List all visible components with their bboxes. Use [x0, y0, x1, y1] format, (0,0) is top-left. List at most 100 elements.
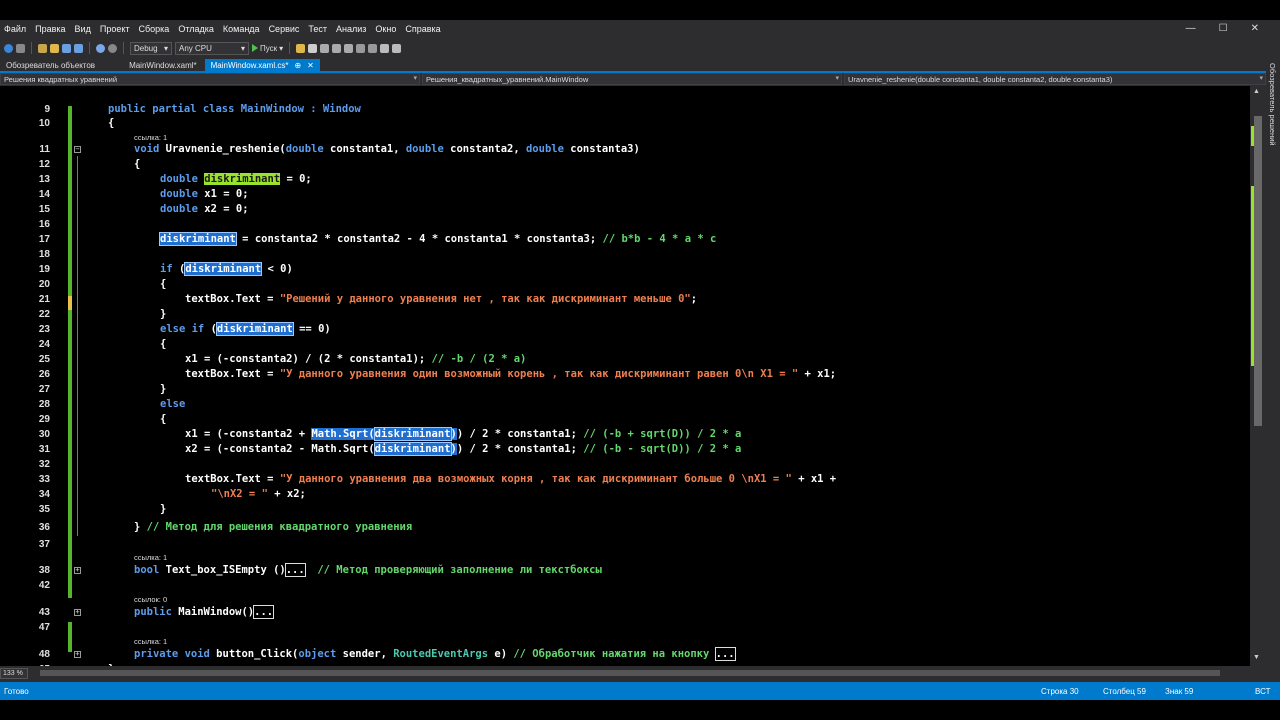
- menu-team[interactable]: Команда: [223, 24, 260, 34]
- bookmark-icon[interactable]: [320, 43, 330, 53]
- pin-icon[interactable]: ⊕: [294, 61, 301, 70]
- menu-project[interactable]: Проект: [100, 24, 130, 34]
- references-lens[interactable]: ссылок: 0: [134, 595, 167, 605]
- string-literal: "\nX2 = ": [211, 488, 268, 500]
- code-text: x1 = (-constanta2) / (2 * constanta1); /…: [185, 352, 526, 367]
- menu-edit[interactable]: Правка: [35, 24, 65, 34]
- menu-test[interactable]: Тест: [308, 24, 327, 34]
- line-number: 47: [38, 622, 50, 633]
- collapse-icon[interactable]: −: [74, 146, 81, 153]
- start-button[interactable]: Пуск ▾: [252, 44, 283, 53]
- close-icon[interactable]: ✕: [307, 61, 314, 70]
- bookmark-prev-icon[interactable]: [392, 43, 402, 53]
- keyword: bool: [134, 564, 160, 576]
- code-fragment: + x1 +: [791, 473, 837, 485]
- collapsed-region[interactable]: ...: [714, 647, 736, 661]
- save-all-icon[interactable]: [74, 43, 83, 53]
- menu-file[interactable]: Файл: [4, 24, 26, 34]
- code-fragment: [709, 648, 715, 660]
- platform-select[interactable]: Any CPU ▾: [175, 41, 249, 55]
- class-dropdown[interactable]: Решения_квадратных_уравнений.MainWindow …: [422, 73, 842, 85]
- close-icon[interactable]: ✕: [1251, 23, 1259, 34]
- code-editor[interactable]: 9 public partial class MainWindow : Windo…: [0, 86, 1250, 666]
- find-icon[interactable]: [308, 43, 318, 53]
- code-text: double diskriminant = 0;: [160, 172, 312, 187]
- back-icon[interactable]: [4, 43, 13, 53]
- code-text: private void button_Click(object sender,…: [134, 647, 736, 662]
- tab-mainwindow-xaml[interactable]: MainWindow.xaml*: [123, 59, 203, 71]
- references-lens[interactable]: ссылка: 1: [134, 553, 167, 563]
- solution-explorer-side-tab[interactable]: Обозреватель решений: [1266, 59, 1280, 666]
- redo-icon[interactable]: [108, 43, 117, 53]
- menu-build[interactable]: Сборка: [139, 24, 170, 34]
- status-bar: Готово Строка 30 Столбец 59 Знак 59 ВСТ: [0, 682, 1280, 700]
- code-line-47: 47: [0, 620, 1250, 635]
- line-number: 30: [38, 429, 50, 440]
- menu-view[interactable]: Вид: [75, 24, 91, 34]
- keyword: public: [134, 606, 172, 618]
- menu-analyze[interactable]: Анализ: [336, 24, 366, 34]
- string-literal: "У данного уравнения два возможных корня…: [279, 473, 792, 485]
- code-fragment: x1 = (-constanta2 +: [185, 428, 312, 440]
- collapsed-region[interactable]: ...: [284, 563, 306, 577]
- comment-icon[interactable]: [332, 43, 342, 53]
- code-fragment: Uravnenie_reshenie(: [159, 143, 286, 155]
- project-dropdown[interactable]: Решения квадратных уравнений ▾: [0, 73, 420, 85]
- outdent-icon[interactable]: [368, 43, 378, 53]
- indent-icon[interactable]: [356, 43, 366, 53]
- code-text: else: [160, 398, 186, 410]
- scrollbar-thumb[interactable]: [1254, 116, 1262, 426]
- comment: // -b / (2 * a): [431, 353, 527, 365]
- menu-debug[interactable]: Отладка: [178, 24, 214, 34]
- horizontal-scrollbar-thumb[interactable]: [40, 670, 1220, 676]
- tab-object-browser[interactable]: Обозреватель объектов: [0, 59, 101, 71]
- line-number: 10: [38, 118, 50, 129]
- open-folder-icon[interactable]: [50, 43, 59, 53]
- code-line-36: 36} // Метод для решения квадратного ура…: [0, 520, 1250, 535]
- browser-link-icon[interactable]: [296, 43, 306, 53]
- expand-icon[interactable]: +: [74, 567, 81, 574]
- comment: // b*b - 4 * a * c: [602, 233, 717, 245]
- member-dropdown-value: Uravnenie_reshenie(double constanta1, do…: [848, 74, 1113, 84]
- code-line-33: 33 textBox.Text = "У данного уравнения дв…: [0, 472, 1250, 487]
- references-lens[interactable]: ссылка: 1: [134, 637, 167, 647]
- code-text: double x2 = 0;: [160, 202, 249, 217]
- expand-icon[interactable]: +: [74, 651, 81, 658]
- tab-mainwindow-xaml-cs[interactable]: MainWindow.xaml.cs* ⊕ ✕: [204, 59, 320, 71]
- uncomment-icon[interactable]: [344, 43, 354, 53]
- zoom-select[interactable]: 133 %: [0, 667, 28, 679]
- vertical-scrollbar[interactable]: ▲ ▼: [1250, 86, 1266, 666]
- scroll-up-icon[interactable]: ▲: [1253, 88, 1260, 95]
- new-project-icon[interactable]: [38, 43, 47, 53]
- chevron-down-icon: ▾: [413, 75, 417, 82]
- save-icon[interactable]: [62, 43, 71, 53]
- undo-icon[interactable]: [96, 43, 105, 53]
- bookmark-next-icon[interactable]: [380, 43, 390, 53]
- member-dropdown[interactable]: Uravnenie_reshenie(double constanta1, do…: [844, 73, 1266, 85]
- code-fragment: MainWindow(): [171, 606, 255, 618]
- document-tabs: Обозреватель объектов MainWindow.xaml* M…: [0, 59, 1266, 73]
- status-insert-mode: ВСТ: [1255, 686, 1271, 696]
- line-number: 13: [38, 174, 50, 185]
- minimize-icon[interactable]: —: [1186, 23, 1196, 34]
- code-line-12: 12 {: [0, 157, 1250, 172]
- line-number: 11: [39, 144, 50, 155]
- configuration-select[interactable]: Debug ▾: [130, 41, 172, 55]
- code-line-13: 13 double diskriminant = 0;: [0, 172, 1250, 187]
- menu-help[interactable]: Справка: [405, 24, 440, 34]
- change-mark: [1251, 126, 1254, 146]
- line-number: 34: [38, 489, 50, 500]
- expand-icon[interactable]: +: [74, 609, 81, 616]
- tab-label: Обозреватель объектов: [6, 60, 96, 70]
- code-text: {: [160, 278, 167, 290]
- scroll-down-icon[interactable]: ▼: [1253, 654, 1260, 661]
- line-number: 29: [38, 414, 50, 425]
- code-text: x1 = (-constanta2 + Math.Sqrt(diskrimina…: [185, 427, 741, 442]
- maximize-icon[interactable]: ☐: [1219, 23, 1228, 34]
- menu-window[interactable]: Окно: [375, 24, 396, 34]
- forward-icon[interactable]: [16, 43, 25, 53]
- line-number: 22: [38, 309, 50, 320]
- code-text: {: [160, 413, 167, 425]
- menu-tools[interactable]: Сервис: [269, 24, 300, 34]
- collapsed-region[interactable]: ...: [253, 605, 275, 619]
